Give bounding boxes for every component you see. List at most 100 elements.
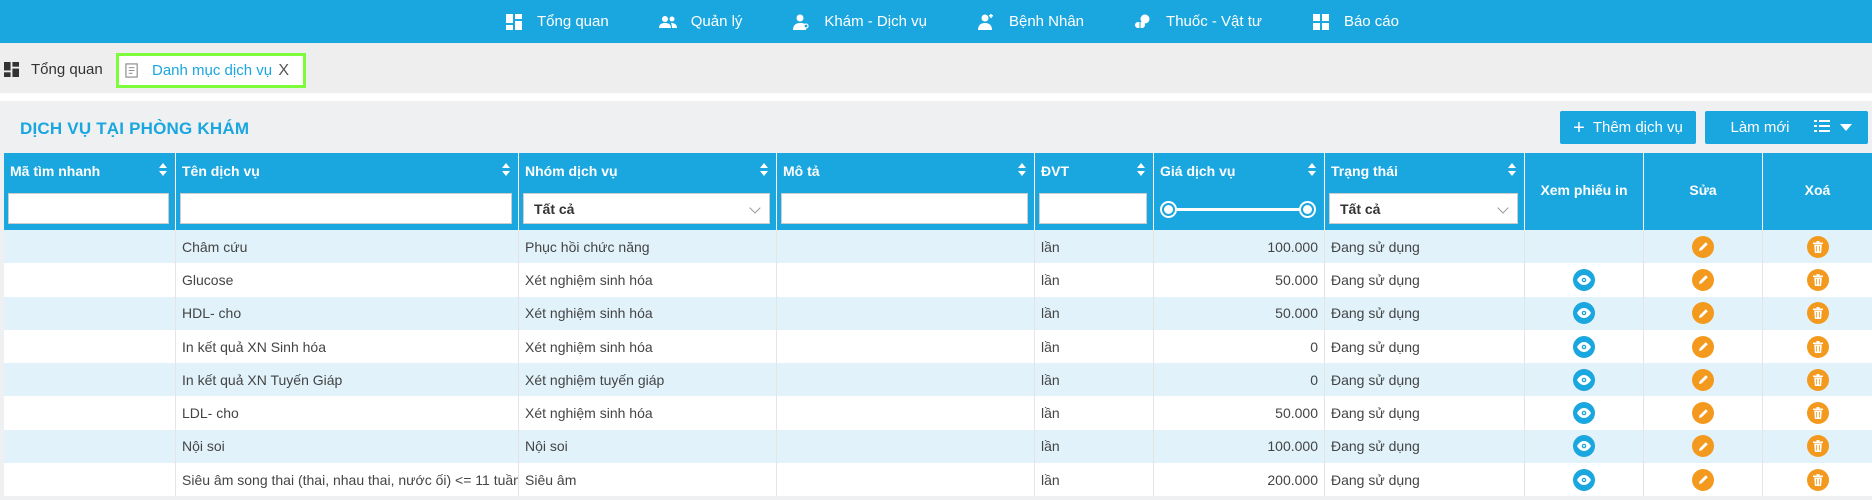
chevron-down-icon [749,202,761,214]
name-filter-input[interactable] [180,193,512,224]
close-tab-button[interactable]: X [278,62,289,80]
nav-item-patients[interactable]: Bệnh Nhân [975,0,1084,43]
cell-group: Xét nghiệm sinh hóa [519,329,777,364]
cell-unit: lần [1035,329,1154,364]
delete-button[interactable] [1806,468,1829,491]
delete-button[interactable] [1806,268,1829,291]
pencil-icon [1698,275,1708,285]
cell-code [4,296,176,330]
sort-icon[interactable] [1137,163,1145,177]
sort-icon[interactable] [1508,163,1516,177]
view-print-button[interactable] [1573,268,1595,291]
cell-unit: lần [1035,396,1154,430]
view-print-button[interactable] [1573,335,1595,358]
delete-button[interactable] [1806,368,1829,391]
edit-button[interactable] [1692,302,1714,325]
price-range-slider[interactable] [1162,203,1314,216]
nav-item-reports[interactable]: Báo cáo [1310,0,1399,43]
cell-description [777,396,1035,430]
column-price: Giá dịch vụ [1154,153,1325,230]
cell-price: 0 [1154,329,1325,364]
column-label: Xoá [1804,182,1831,198]
sort-icon[interactable] [760,163,768,177]
divider [0,93,1872,101]
cell-price: 50.000 [1154,263,1325,297]
cell-print [1525,296,1644,330]
delete-button[interactable] [1806,402,1829,425]
nav-item-management[interactable]: Quản lý [657,0,742,43]
cell-code [4,396,176,430]
dashboard-icon [503,13,525,31]
cell-print [1525,463,1644,497]
cell-name: Glucose [176,263,519,297]
slider-min-handle[interactable] [1162,203,1175,216]
code-filter-input[interactable] [8,193,169,224]
nav-item-services[interactable]: Khám - Dịch vụ [790,0,927,43]
view-print-button[interactable] [1573,368,1595,391]
tab-service-catalog[interactable]: Danh mục dịch vụ X [116,53,306,88]
view-print-button[interactable] [1573,468,1595,491]
view-print-button[interactable] [1573,435,1595,458]
edit-button[interactable] [1692,235,1714,258]
view-print-button[interactable] [1573,302,1595,325]
delete-button[interactable] [1806,335,1829,358]
table-header: Mã tìm nhanh Tên dịch vụ Nhóm dịch vụ Tấ… [4,153,1872,230]
sort-icon[interactable] [159,163,167,177]
edit-button[interactable] [1692,402,1714,425]
cell-description [777,230,1035,264]
add-service-label: Thêm dịch vụ [1592,119,1683,136]
sort-icon[interactable] [1018,163,1026,177]
cell-description [777,463,1035,497]
sort-icon[interactable] [1308,163,1316,177]
table-row: Siêu âm song thai (thai, nhau thai, nước… [4,463,1872,497]
dashboard-icon [4,61,19,77]
nav-item-dashboard[interactable]: Tổng quan [503,0,609,43]
slider-track [1168,208,1308,211]
delete-button[interactable] [1806,302,1829,325]
edit-button[interactable] [1692,468,1714,491]
edit-button[interactable] [1692,335,1714,358]
cell-price: 100.000 [1154,429,1325,464]
cell-group: Xét nghiệm sinh hóa [519,263,777,297]
column-label: Mã tìm nhanh [10,163,101,179]
cell-price: 200.000 [1154,463,1325,497]
column-code: Mã tìm nhanh [4,153,176,230]
column-description: Mô tả [777,153,1035,230]
cell-code [4,230,176,264]
cell-unit: lần [1035,230,1154,264]
column-chooser-button[interactable] [1798,111,1868,144]
status-filter-select[interactable]: Tất cả [1329,193,1518,224]
cell-status: Đang sử dụng [1325,230,1525,264]
column-label: Nhóm dịch vụ [525,163,618,179]
column-status: Trạng thái Tất cả [1325,153,1525,230]
nav-item-pharmacy[interactable]: Thuốc - Vật tư [1132,0,1262,43]
delete-button[interactable] [1806,235,1829,258]
cell-edit [1644,296,1763,330]
cell-print [1525,329,1644,364]
cell-status: Đang sử dụng [1325,296,1525,330]
table-row: LDL- cho Xét nghiệm sinh hóa lần 50.000 Đang… [4,396,1872,430]
eye-icon [1577,441,1591,452]
cell-group: Xét nghiệm sinh hóa [519,396,777,430]
tab-dashboard[interactable]: Tổng quan [4,57,103,81]
trash-icon [1812,440,1823,453]
column-label: Trạng thái [1331,163,1398,179]
group-filter-value: Tất cả [534,200,575,217]
delete-button[interactable] [1806,435,1829,458]
slider-max-handle[interactable] [1301,203,1314,216]
nav-label: Bệnh Nhân [1008,13,1085,30]
description-filter-input[interactable] [781,193,1028,224]
edit-button[interactable] [1692,435,1714,458]
group-filter-select[interactable]: Tất cả [523,193,770,224]
pencil-icon [1698,242,1708,252]
edit-button[interactable] [1692,368,1714,391]
cell-description [777,296,1035,330]
add-service-button[interactable]: + Thêm dịch vụ [1560,111,1696,144]
cell-description [777,429,1035,464]
cell-delete [1763,297,1872,330]
sort-icon[interactable] [502,163,510,177]
view-print-button[interactable] [1573,402,1595,425]
unit-filter-input[interactable] [1039,193,1147,224]
table-row: In kết quả XN Sinh hóa Xét nghiệm sinh hó… [4,329,1872,364]
edit-button[interactable] [1692,268,1714,291]
